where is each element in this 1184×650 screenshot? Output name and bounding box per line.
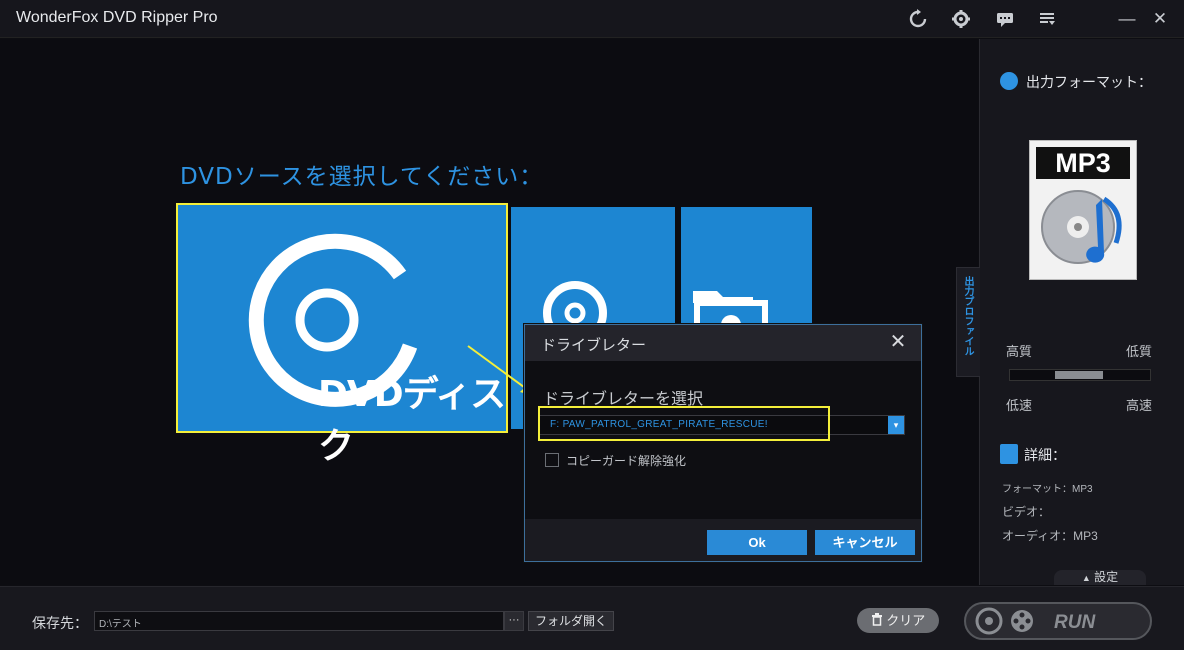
- quality-high-label: 高質: [1006, 344, 1033, 359]
- drive-select-label: ドライブレターを選択: [543, 391, 704, 408]
- clear-label: クリア: [886, 613, 926, 628]
- menu-icon[interactable]: [1036, 8, 1058, 30]
- detail-audio: オーディオ：MP3: [1002, 529, 1098, 543]
- toolbox-icon[interactable]: [950, 8, 972, 30]
- output-panel: 出力フォーマット： MP3 出力プロファイル 高質 低質 低速 高速 詳細： フ…: [956, 39, 1184, 585]
- run-reel-icon: [975, 607, 1033, 635]
- copy-protection-label: コピーガード解除強化: [566, 454, 687, 468]
- quality-low-label: 低質: [1126, 344, 1153, 359]
- details-icon: [1000, 444, 1018, 464]
- speed-low-label: 低速: [1006, 398, 1033, 413]
- copy-protection-checkbox[interactable]: [545, 453, 559, 467]
- cancel-button[interactable]: キャンセル: [815, 530, 915, 555]
- refresh-icon[interactable]: [907, 8, 929, 30]
- output-format-title: 出力フォーマット：: [1026, 74, 1152, 90]
- bottom-bar: 保存先： D:\テスト ··· フォルダ開く クリア RUN: [0, 586, 1184, 650]
- quality-slider[interactable]: [1009, 369, 1151, 381]
- music-disc-icon: [1041, 190, 1122, 264]
- minimize-icon[interactable]: —: [1116, 8, 1138, 30]
- save-path-input[interactable]: D:\テスト: [94, 611, 504, 631]
- source-prompt: DVDソースを選択してください：: [180, 164, 544, 190]
- drive-letter-dropdown[interactable]: F: PAW_PATROL_GREAT_PIRATE_RESCUE! ▾: [539, 415, 905, 435]
- details-title: 詳細：: [1024, 447, 1066, 463]
- browse-button[interactable]: ···: [504, 611, 524, 631]
- dialog-close-icon[interactable]: ✕: [887, 330, 909, 354]
- quality-slider-thumb[interactable]: [1055, 371, 1103, 379]
- settings-label: 設定: [1094, 570, 1119, 584]
- feedback-icon[interactable]: [994, 8, 1016, 30]
- open-folder-button[interactable]: フォルダ開く: [528, 611, 614, 631]
- trash-icon: [871, 613, 882, 626]
- app-title: WonderFox DVD Ripper Pro: [16, 9, 218, 26]
- app-window: WonderFox DVD Ripper Pro — ✕ DVDソースを選択して…: [0, 0, 1184, 650]
- run-button[interactable]: RUN: [964, 602, 1152, 640]
- speed-high-label: 高速: [1126, 398, 1153, 413]
- title-bar: WonderFox DVD Ripper Pro — ✕: [0, 0, 1184, 38]
- output-profile-label: 出力プロファイル: [962, 276, 973, 356]
- clear-button[interactable]: クリア: [857, 608, 939, 633]
- dvd-disc-tile[interactable]: DVDディスク: [176, 203, 508, 467]
- chevron-up-icon: ▲: [1081, 573, 1091, 583]
- detail-video: ビデオ：: [1002, 505, 1051, 519]
- dialog-body: ドライブレターを選択 F: PAW_PATROL_GREAT_PIRATE_RE…: [525, 361, 921, 519]
- detail-format: フォーマット：MP3: [1002, 484, 1093, 495]
- run-label: RUN: [1054, 612, 1096, 633]
- dialog-footer: Ok キャンセル: [525, 519, 921, 561]
- close-icon[interactable]: ✕: [1149, 8, 1171, 30]
- drive-letter-value: F: PAW_PATROL_GREAT_PIRATE_RESCUE!: [550, 419, 768, 430]
- dialog-header: ドライブレター ✕: [525, 325, 921, 361]
- film-reel-icon: [1000, 72, 1018, 90]
- settings-tab[interactable]: ▲ 設定: [1054, 570, 1146, 585]
- dialog-title: ドライブレター: [541, 337, 647, 354]
- output-format-selector[interactable]: MP3: [1029, 140, 1137, 280]
- output-profile-tab[interactable]: 出力プロファイル: [956, 267, 980, 377]
- save-location-label: 保存先：: [32, 615, 88, 631]
- ok-button[interactable]: Ok: [707, 530, 807, 555]
- chevron-down-icon[interactable]: ▾: [888, 416, 904, 434]
- drive-letter-dialog: ドライブレター ✕ ドライブレターを選択 F: PAW_PATROL_GREAT…: [524, 324, 922, 562]
